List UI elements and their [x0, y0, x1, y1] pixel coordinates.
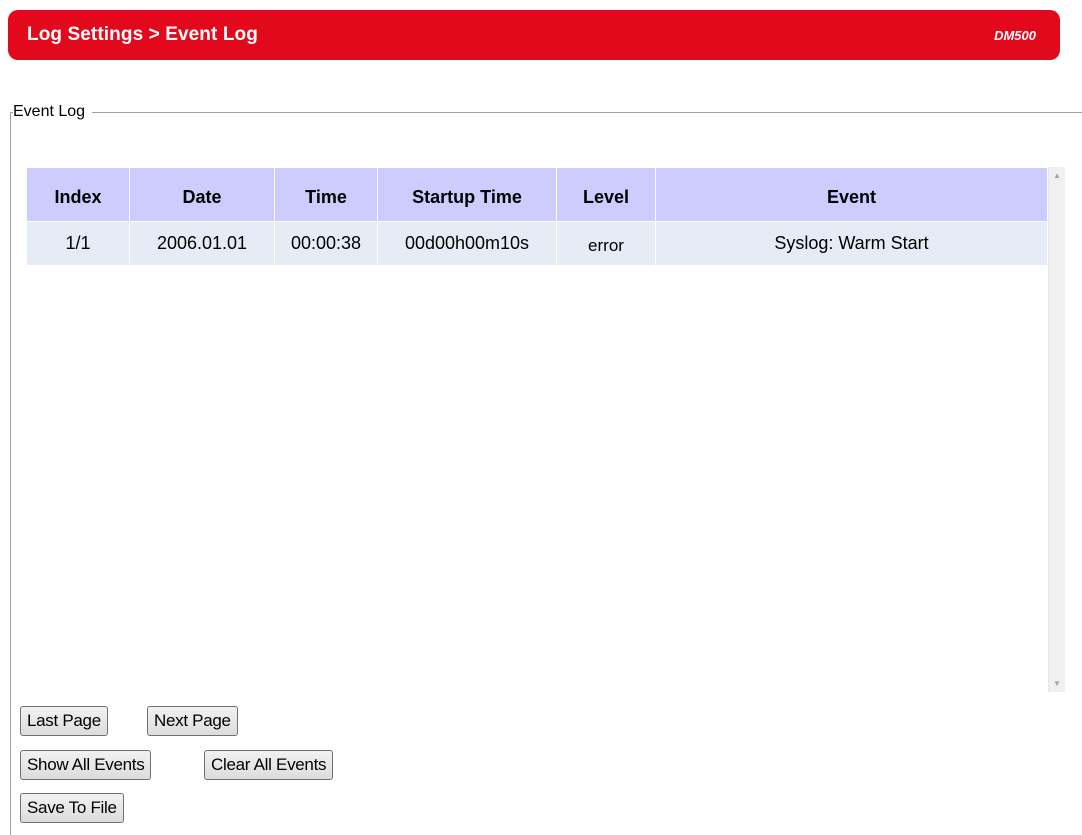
cell-event: Syslog: Warm Start — [656, 222, 1047, 265]
page-title: Log Settings > Event Log — [27, 24, 258, 45]
table-header-row: Index Date Time Startup Time Level Event — [27, 168, 1047, 221]
event-log-table: Index Date Time Startup Time Level Event… — [26, 167, 1048, 266]
show-all-events-button-label: Show All Events — [27, 755, 145, 774]
column-header-event: Event — [656, 168, 1047, 221]
fieldset-border-top — [10, 112, 1082, 113]
clear-all-events-button-label: Clear All Events — [211, 755, 327, 774]
column-header-index: Index — [27, 168, 129, 221]
cell-startup-time: 00d00h00m10s — [378, 222, 556, 265]
table-row: 1/1 2006.01.01 00:00:38 00d00h00m10s err… — [27, 222, 1047, 265]
device-model-label: DM500 — [994, 28, 1036, 43]
event-log-table-container[interactable]: Index Date Time Startup Time Level Event… — [26, 167, 1048, 692]
next-page-button-label: Next Page — [154, 711, 231, 730]
clear-all-events-button[interactable]: Clear All Events — [204, 750, 334, 780]
save-to-file-button[interactable]: Save To File — [20, 793, 124, 823]
scroll-up-arrow-icon[interactable]: ▲ — [1049, 167, 1065, 184]
column-header-level: Level — [557, 168, 655, 221]
cell-time: 00:00:38 — [275, 222, 377, 265]
cell-index: 1/1 — [27, 222, 129, 265]
table-scrollbar[interactable]: ▲ ▼ — [1048, 167, 1065, 692]
last-page-button-label: Last Page — [27, 711, 101, 730]
next-page-button[interactable]: Next Page — [147, 706, 238, 736]
scroll-down-arrow-icon[interactable]: ▼ — [1049, 675, 1065, 692]
header-bar: Log Settings > Event Log DM500 — [8, 10, 1060, 60]
column-header-startup-time: Startup Time — [378, 168, 556, 221]
cell-level: error — [557, 222, 655, 265]
section-legend: Event Log — [13, 102, 93, 122]
show-all-events-button[interactable]: Show All Events — [20, 750, 152, 780]
column-header-time: Time — [275, 168, 377, 221]
save-to-file-button-label: Save To File — [27, 798, 117, 817]
last-page-button[interactable]: Last Page — [20, 706, 108, 736]
column-header-date: Date — [130, 168, 274, 221]
cell-date: 2006.01.01 — [130, 222, 274, 265]
fieldset-border-left — [10, 112, 11, 835]
